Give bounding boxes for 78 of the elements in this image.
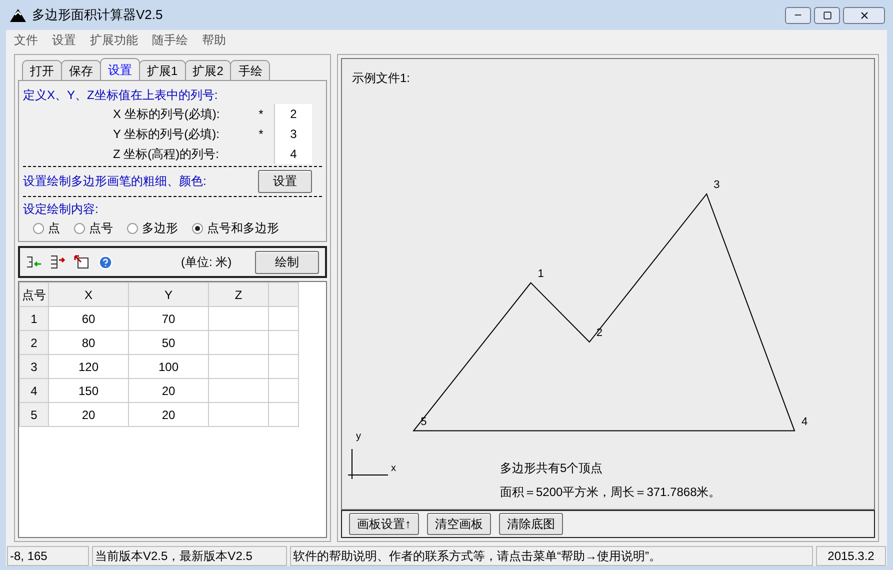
point-label: 1 [538,268,544,280]
point-label: 2 [596,327,603,339]
unit-label: (单位: 米) [181,254,232,271]
column-number-field[interactable]: 4 [274,144,312,164]
close-icon [858,10,870,20]
pen-settings-button[interactable]: 设置 [258,170,312,192]
table-cell: 20 [128,378,208,402]
menu-item[interactable]: 扩展功能 [90,31,138,49]
canvas-button[interactable]: 清空画板 [427,513,491,535]
result-text: 多边形共有5个顶点 [500,460,604,477]
tab[interactable]: 扩展2 [184,60,232,80]
export-icon[interactable] [50,255,66,269]
table-cell: 20 [128,402,208,426]
draw-button[interactable]: 绘制 [255,250,319,274]
point-label: 3 [714,179,720,191]
axis-label: y [356,431,361,442]
menu-item[interactable]: 随手绘 [152,31,188,49]
radio-option[interactable]: 点号和多边形 [192,219,279,237]
menu-item[interactable]: 文件 [14,31,38,49]
row-number: 1 [20,306,48,330]
required-mark: * [258,127,264,141]
row-number: 3 [20,354,48,378]
canvas-button[interactable]: 清除底图 [499,513,563,535]
import-icon[interactable] [26,255,42,269]
status-bar-field: -8, 165 [7,546,89,566]
tab[interactable]: 保存 [61,60,101,80]
radio-option[interactable]: 点 [33,219,60,237]
column-header: Y [128,282,208,306]
radio-button[interactable] [74,222,85,234]
row-number: 2 [20,330,48,354]
table-cell: 20 [48,402,128,426]
app-logo-icon [10,8,26,22]
status-bar-field: 2015.3.2 [816,546,886,566]
note-icon[interactable] [74,255,90,269]
table-cell: 100 [128,354,208,378]
axis-drawing [348,448,388,480]
row-number: 4 [20,378,48,402]
radio-button[interactable] [127,222,138,234]
field-label: X 坐标的列号(必填): [113,106,221,123]
canvas-title: 示例文件1: [352,70,410,87]
field-label: Y 坐标的列号(必填): [113,126,220,143]
column-header: 点号 [20,282,48,306]
table-cell: 60 [48,306,128,330]
radio-option[interactable]: 点号 [74,219,113,237]
tab[interactable]: 打开 [22,60,62,80]
result-text: 面积＝5200平方米，周长＝371.7868米。 [500,484,721,501]
canvas-button[interactable]: 画板设置↑ [349,513,419,535]
status-bar-field: 当前版本V2.5，最新版本V2.5 [92,546,287,566]
radio-option[interactable]: 多边形 [127,219,178,237]
menu-item[interactable]: 帮助 [202,31,226,49]
menu-item[interactable]: 设置 [52,31,76,49]
column-header: X [48,282,128,306]
close-button[interactable] [843,6,885,24]
field-label: Z 坐标(高程)的列号: [113,146,220,163]
pen-settings-label: 设置绘制多边形画笔的粗细、颜色: [23,173,206,190]
table-cell: 120 [48,354,128,378]
column-number-field[interactable]: 3 [274,124,312,144]
column-header: Z [208,282,268,306]
maximize-icon [822,10,832,20]
radio-button[interactable] [192,222,203,234]
radio-button[interactable] [33,222,44,234]
table-cell: 70 [128,306,208,330]
section-heading: 定义X、Y、Z坐标值在上表中的列号: [23,87,219,104]
table-cell: 150 [48,378,128,402]
status-bar-field: 软件的帮助说明、作者的联系方式等，请点击菜单“帮助→使用说明”。 [290,546,813,566]
table-cell: 50 [128,330,208,354]
table-cell: 80 [48,330,128,354]
required-mark: * [258,107,264,121]
column-number-field[interactable]: 2 [274,104,312,124]
window-title: 多边形面积计算器V2.5 [32,6,163,24]
row-number: 5 [20,402,48,426]
maximize-button[interactable] [814,6,840,24]
tab[interactable]: 手绘 [230,60,270,80]
axis-label: x [391,463,396,474]
point-label: 4 [802,416,808,428]
help-icon[interactable] [98,254,113,270]
tab[interactable]: 扩展1 [139,60,186,80]
section-heading: 设定绘制内容: [23,201,100,218]
